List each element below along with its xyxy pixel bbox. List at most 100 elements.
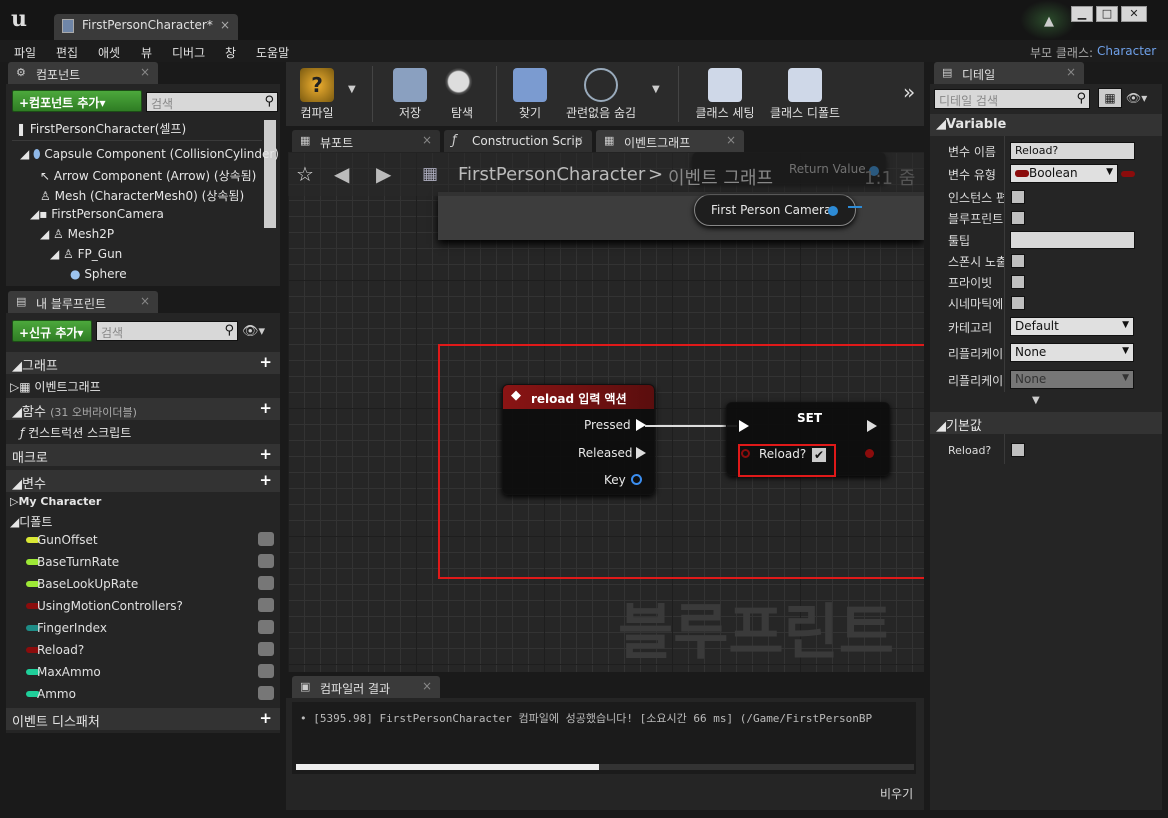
variable-item[interactable]: Ammo (6, 683, 280, 705)
menu-view[interactable]: 뷰 (141, 44, 152, 61)
save-button[interactable]: 저장 (388, 62, 432, 126)
menu-file[interactable]: 파일 (14, 44, 36, 61)
variable-item[interactable]: Reload? (6, 639, 280, 661)
variable-item[interactable]: FingerIndex (6, 617, 280, 639)
event-dispatchers-section[interactable]: 이벤트 디스패처 + (6, 708, 280, 730)
close-icon[interactable]: × (422, 133, 432, 147)
tree-item-mesh[interactable]: ♙ Mesh (CharacterMesh0) (상속됨) (40, 187, 244, 204)
add-component-button[interactable]: +컴포넌트 추가▾ (12, 90, 142, 112)
details-tab[interactable]: ▤ 디테일 × (934, 62, 1084, 84)
tab-event-graph[interactable]: ▦ 이벤트그래프 × (596, 130, 744, 152)
back-arrow-icon[interactable]: ◀ (334, 162, 349, 186)
visibility-eye-icon[interactable] (258, 554, 274, 568)
bool-pin-icon[interactable] (865, 449, 874, 458)
add-macro-icon[interactable]: + (259, 445, 272, 463)
variables-section[interactable]: ◢변수 + (6, 470, 280, 492)
close-icon[interactable]: × (220, 18, 230, 32)
maximize-button[interactable]: □ (1096, 6, 1118, 22)
visibility-eye-icon[interactable] (258, 664, 274, 678)
parent-class-link[interactable]: Character (1097, 44, 1156, 58)
menu-debug[interactable]: 디버그 (172, 44, 205, 61)
visibility-eye-icon[interactable] (258, 598, 274, 612)
star-icon[interactable]: ☆ (296, 162, 314, 186)
forward-arrow-icon[interactable]: ▶ (376, 162, 391, 186)
visibility-eye-icon[interactable] (258, 620, 274, 634)
horizontal-scrollbar[interactable] (296, 764, 914, 770)
blueprint-search-input[interactable]: 검색 ⚲ (96, 321, 238, 341)
blueprint-readonly-checkbox[interactable] (1011, 211, 1025, 225)
clear-button[interactable]: 비우기 (880, 785, 913, 802)
menu-assets[interactable]: 애셋 (98, 44, 120, 61)
menu-help[interactable]: 도움말 (256, 44, 289, 61)
default-category[interactable]: ◢디폴트 (10, 513, 52, 530)
tree-item-capsule[interactable]: ◢ ⬮ Capsule Component (CollisionCylinder… (20, 147, 279, 162)
close-icon[interactable]: × (140, 65, 150, 79)
close-icon[interactable]: × (422, 679, 432, 693)
exec-pin-icon[interactable] (739, 420, 749, 432)
pin-icon[interactable] (828, 206, 838, 216)
visibility-eye-icon[interactable] (258, 532, 274, 546)
key-pin-icon[interactable] (631, 474, 642, 485)
tree-item-sphere[interactable]: ● Sphere (70, 267, 127, 281)
menu-window[interactable]: 창 (225, 44, 236, 61)
category-dropdown[interactable]: Default ▼ (1010, 317, 1134, 336)
exec-pin-icon[interactable] (867, 420, 877, 432)
close-icon[interactable]: × (574, 133, 584, 147)
components-search-input[interactable]: 검색 ⚲ (146, 92, 278, 112)
default-var-checkbox[interactable] (1011, 443, 1025, 457)
components-tab[interactable]: ⚙ 컴포넌트 × (8, 62, 158, 84)
private-checkbox[interactable] (1011, 275, 1025, 289)
eye-icon[interactable]: 👁▾ (1126, 91, 1147, 105)
find-button[interactable]: 찾기 (508, 62, 552, 126)
hide-unrelated-button[interactable]: 관련없음 숨김 (563, 62, 639, 126)
variable-item[interactable]: GunOffset (6, 529, 280, 551)
advanced-expand-icon[interactable]: ▼ (1032, 395, 1040, 406)
variable-item[interactable]: BaseTurnRate (6, 551, 280, 573)
close-icon[interactable]: × (1066, 65, 1076, 79)
expose-spawn-checkbox[interactable] (1011, 254, 1025, 268)
graph-canvas[interactable]: Return Value First Person Camera ◆ reloa… (288, 152, 924, 672)
event-graph-item[interactable]: ▷▦ 이벤트그래프 (10, 378, 101, 395)
scrollbar-thumb[interactable] (296, 764, 599, 770)
grid-view-icon[interactable]: ▦ (1098, 88, 1122, 108)
graduation-cap-icon[interactable]: ▲ (1044, 14, 1058, 29)
var-type-dropdown[interactable]: Boolean ▼ (1010, 164, 1118, 183)
tree-item-mesh2p[interactable]: ◢ ♙ Mesh2P (40, 227, 114, 241)
expose-cinematic-checkbox[interactable] (1011, 296, 1025, 310)
camera-variable-node[interactable]: First Person Camera (694, 194, 856, 226)
my-blueprint-tab[interactable]: ▤ 내 블루프린트 × (8, 291, 158, 313)
tree-item-arrow[interactable]: ↖ Arrow Component (Arrow) (상속됨) (40, 167, 256, 184)
add-variable-icon[interactable]: + (259, 471, 272, 489)
functions-section[interactable]: ◢함수 (31 오버라이더블) + (6, 398, 280, 420)
graphs-section[interactable]: ◢그래프 + (6, 352, 280, 374)
tree-item-self[interactable]: ❚ FirstPersonCharacter(셀프) (16, 120, 186, 137)
instance-editable-checkbox[interactable] (1011, 190, 1025, 204)
variable-item[interactable]: UsingMotionControllers? (6, 595, 280, 617)
close-icon[interactable]: × (726, 133, 736, 147)
add-function-icon[interactable]: + (259, 399, 272, 417)
document-tab[interactable]: FirstPersonCharacter* × (54, 14, 238, 40)
tree-item-fpgun[interactable]: ◢ ♙ FP_Gun (50, 247, 122, 261)
compile-button[interactable]: ? 컴파일 (292, 62, 342, 126)
visibility-eye-icon[interactable] (258, 576, 274, 590)
input-action-node[interactable]: ◆ reload 입력 액션 Pressed Released Key (502, 384, 655, 495)
replication-dropdown[interactable]: None ▼ (1010, 343, 1134, 362)
eye-icon[interactable]: 👁▾ (242, 324, 265, 339)
chevron-down-icon[interactable]: ▼ (348, 84, 356, 95)
add-dispatcher-icon[interactable]: + (259, 709, 272, 727)
default-value-section[interactable]: ◢기본값 (930, 412, 1162, 434)
visibility-eye-icon[interactable] (258, 686, 274, 700)
tab-construction-script[interactable]: ƒ Construction Scrip × (444, 130, 592, 152)
exec-pin-icon[interactable] (636, 447, 646, 459)
details-search-input[interactable]: 디테일 검색 ⚲ (934, 89, 1090, 109)
minimize-button[interactable]: ▁ (1071, 6, 1093, 22)
variable-section[interactable]: ◢Variable (930, 114, 1162, 136)
tree-item-camera[interactable]: ◢▪ FirstPersonCamera (30, 207, 164, 221)
variable-item[interactable]: BaseLookUpRate (6, 573, 280, 595)
variable-item[interactable]: MaxAmmo (6, 661, 280, 683)
class-defaults-button[interactable]: 클래스 디폴트 (768, 62, 842, 126)
chevron-down-icon[interactable]: ▼ (652, 84, 660, 95)
container-type-icon[interactable] (1121, 171, 1135, 177)
macros-section[interactable]: 매크로 + (6, 444, 280, 466)
browse-button[interactable]: 탐색 (440, 62, 484, 126)
